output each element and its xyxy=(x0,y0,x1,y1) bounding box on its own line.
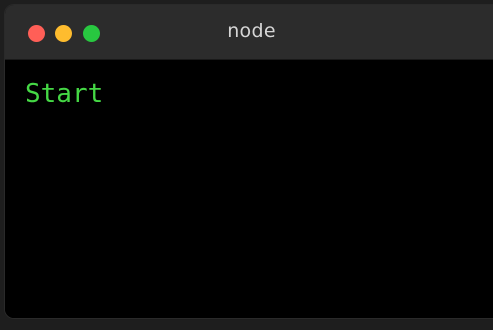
window-title: node xyxy=(227,20,276,42)
title-bar[interactable]: node xyxy=(5,5,493,60)
terminal-output-area[interactable]: Start xyxy=(5,60,493,318)
terminal-output-line: Start xyxy=(25,79,104,109)
terminal-window: node Start xyxy=(5,5,493,318)
